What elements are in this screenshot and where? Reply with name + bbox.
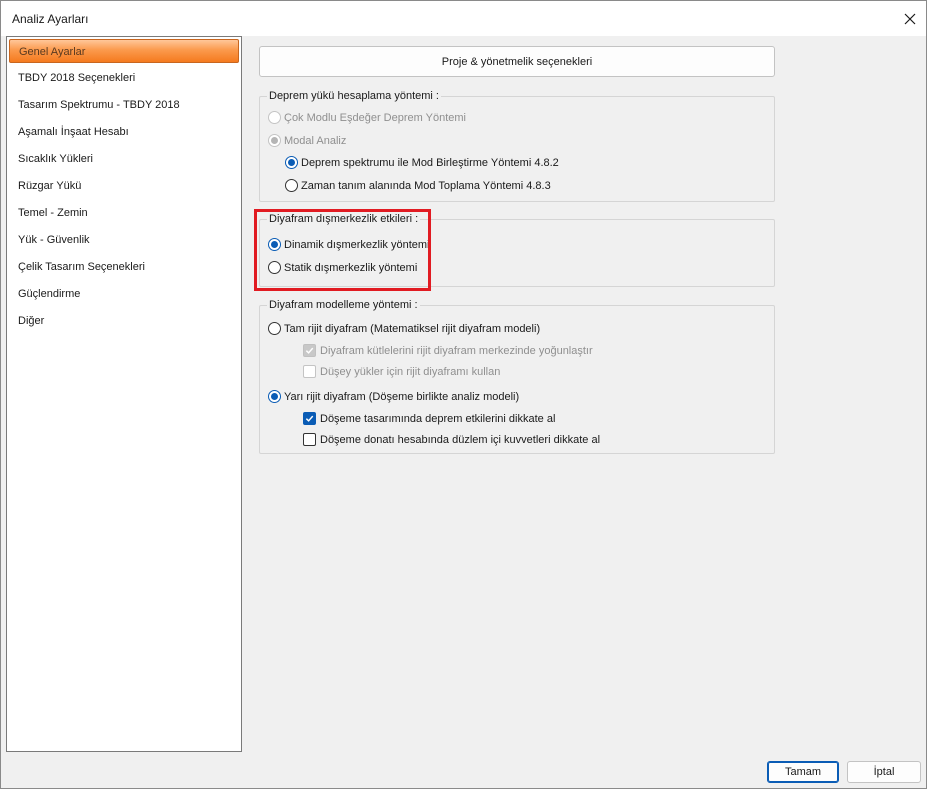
diaphragm-model-legend: Diyafram modelleme yöntemi :: [267, 299, 420, 311]
close-icon: [904, 13, 916, 24]
nav-item-diger[interactable]: Diğer: [9, 309, 239, 333]
radio-label: Tam rijit diyafram (Matematiksel rijit d…: [284, 322, 541, 335]
radio-label: Yarı rijit diyafram (Döşeme birlikte ana…: [284, 390, 520, 403]
radio-indicator: [268, 261, 281, 274]
radio-label: Çok Modlu Eşdeğer Deprem Yöntemi: [284, 111, 466, 124]
check-dusey-yukler[interactable]: Düşey yükler için rijit diyaframı kullan: [303, 365, 500, 378]
radio-indicator: [268, 390, 281, 403]
close-button[interactable]: [894, 1, 926, 36]
nav-item-asamali-insaat[interactable]: Aşamalı İnşaat Hesabı: [9, 120, 239, 144]
eccentricity-legend: Diyafram dışmerkezlik etkileri :: [267, 213, 421, 225]
radio-indicator: [268, 238, 281, 251]
nav-item-guclendirme[interactable]: Güçlendirme: [9, 282, 239, 306]
checkbox-indicator: [303, 344, 316, 357]
radio-label: Zaman tanım alanında Mod Toplama Yöntemi…: [301, 179, 551, 192]
project-code-options-button[interactable]: Proje & yönetmelik seçenekleri: [259, 46, 775, 77]
radio-zaman-tanim-alani[interactable]: Zaman tanım alanında Mod Toplama Yöntemi…: [285, 179, 551, 192]
checkbox-indicator: [303, 412, 316, 425]
checkbox-indicator: [303, 433, 316, 446]
checkbox-label: Düşey yükler için rijit diyaframı kullan: [320, 365, 501, 378]
radio-modal-analiz[interactable]: Modal Analiz: [268, 134, 346, 147]
check-diyafram-kutle[interactable]: Diyafram kütlelerini rijit diyafram merk…: [303, 344, 593, 357]
nav-item-genel-ayarlar[interactable]: Genel Ayarlar: [9, 39, 239, 63]
radio-tam-rijit-diyafram[interactable]: Tam rijit diyafram (Matematiksel rijit d…: [268, 322, 540, 335]
radio-indicator: [285, 179, 298, 192]
ok-button[interactable]: Tamam: [767, 761, 839, 783]
checkbox-label: Döşeme tasarımında deprem etkilerini dik…: [320, 412, 556, 425]
nav-item-sicaklik-yukleri[interactable]: Sıcaklık Yükleri: [9, 147, 239, 171]
nav-item-yuk-guvenlik[interactable]: Yük - Güvenlik: [9, 228, 239, 252]
nav-item-tbdy-2018[interactable]: TBDY 2018 Seçenekleri: [9, 66, 239, 90]
radio-dinamik-dismerkezlik[interactable]: Dinamik dışmerkezlik yöntemi: [268, 238, 429, 251]
nav-item-celik-tasarim[interactable]: Çelik Tasarım Seçenekleri: [9, 255, 239, 279]
radio-indicator: [285, 156, 298, 169]
title-bar: Analiz Ayarları: [1, 1, 926, 36]
radio-indicator: [268, 322, 281, 335]
checkbox-indicator: [303, 365, 316, 378]
check-mark-icon: [305, 415, 314, 422]
radio-statik-dismerkezlik[interactable]: Statik dışmerkezlik yöntemi: [268, 261, 417, 274]
nav-item-temel-zemin[interactable]: Temel - Zemin: [9, 201, 239, 225]
window-title: Analiz Ayarları: [12, 12, 89, 26]
eccentricity-group: Diyafram dışmerkezlik etkileri : Dinamik…: [259, 213, 775, 287]
radio-esdeger-deprem[interactable]: Çok Modlu Eşdeğer Deprem Yöntemi: [268, 111, 466, 124]
radio-label: Dinamik dışmerkezlik yöntemi: [284, 238, 430, 251]
seismic-method-legend: Deprem yükü hesaplama yöntemi :: [267, 90, 441, 102]
radio-yari-rijit-diyafram[interactable]: Yarı rijit diyafram (Döşeme birlikte ana…: [268, 390, 519, 403]
checkbox-label: Diyafram kütlelerini rijit diyafram merk…: [320, 344, 593, 357]
general-settings-panel: Proje & yönetmelik seçenekleri Deprem yü…: [247, 36, 922, 752]
radio-label: Deprem spektrumu ile Mod Birleştirme Yön…: [301, 156, 559, 169]
checkbox-label: Döşeme donatı hesabında düzlem içi kuvve…: [320, 433, 601, 446]
nav-item-tasarim-spektrumu[interactable]: Tasarım Spektrumu - TBDY 2018: [9, 93, 239, 117]
radio-indicator: [268, 134, 281, 147]
nav-item-ruzgar-yuku[interactable]: Rüzgar Yükü: [9, 174, 239, 198]
radio-label: Statik dışmerkezlik yöntemi: [284, 261, 418, 274]
check-mark-icon: [305, 347, 314, 354]
check-doseme-donati[interactable]: Döşeme donatı hesabında düzlem içi kuvve…: [303, 433, 600, 446]
diaphragm-model-group: Diyafram modelleme yöntemi : Tam rijit d…: [259, 299, 775, 454]
seismic-method-group: Deprem yükü hesaplama yöntemi : Çok Modl…: [259, 90, 775, 202]
radio-label: Modal Analiz: [284, 134, 347, 147]
settings-nav: Genel Ayarlar TBDY 2018 Seçenekleri Tasa…: [6, 36, 242, 752]
radio-spektrum-mod-birlestirme[interactable]: Deprem spektrumu ile Mod Birleştirme Yön…: [285, 156, 559, 169]
check-doseme-deprem-etkileri[interactable]: Döşeme tasarımında deprem etkilerini dik…: [303, 412, 555, 425]
cancel-button[interactable]: İptal: [847, 761, 921, 783]
radio-indicator: [268, 111, 281, 124]
analysis-settings-dialog: Analiz Ayarları Genel Ayarlar TBDY 2018 …: [0, 0, 927, 789]
